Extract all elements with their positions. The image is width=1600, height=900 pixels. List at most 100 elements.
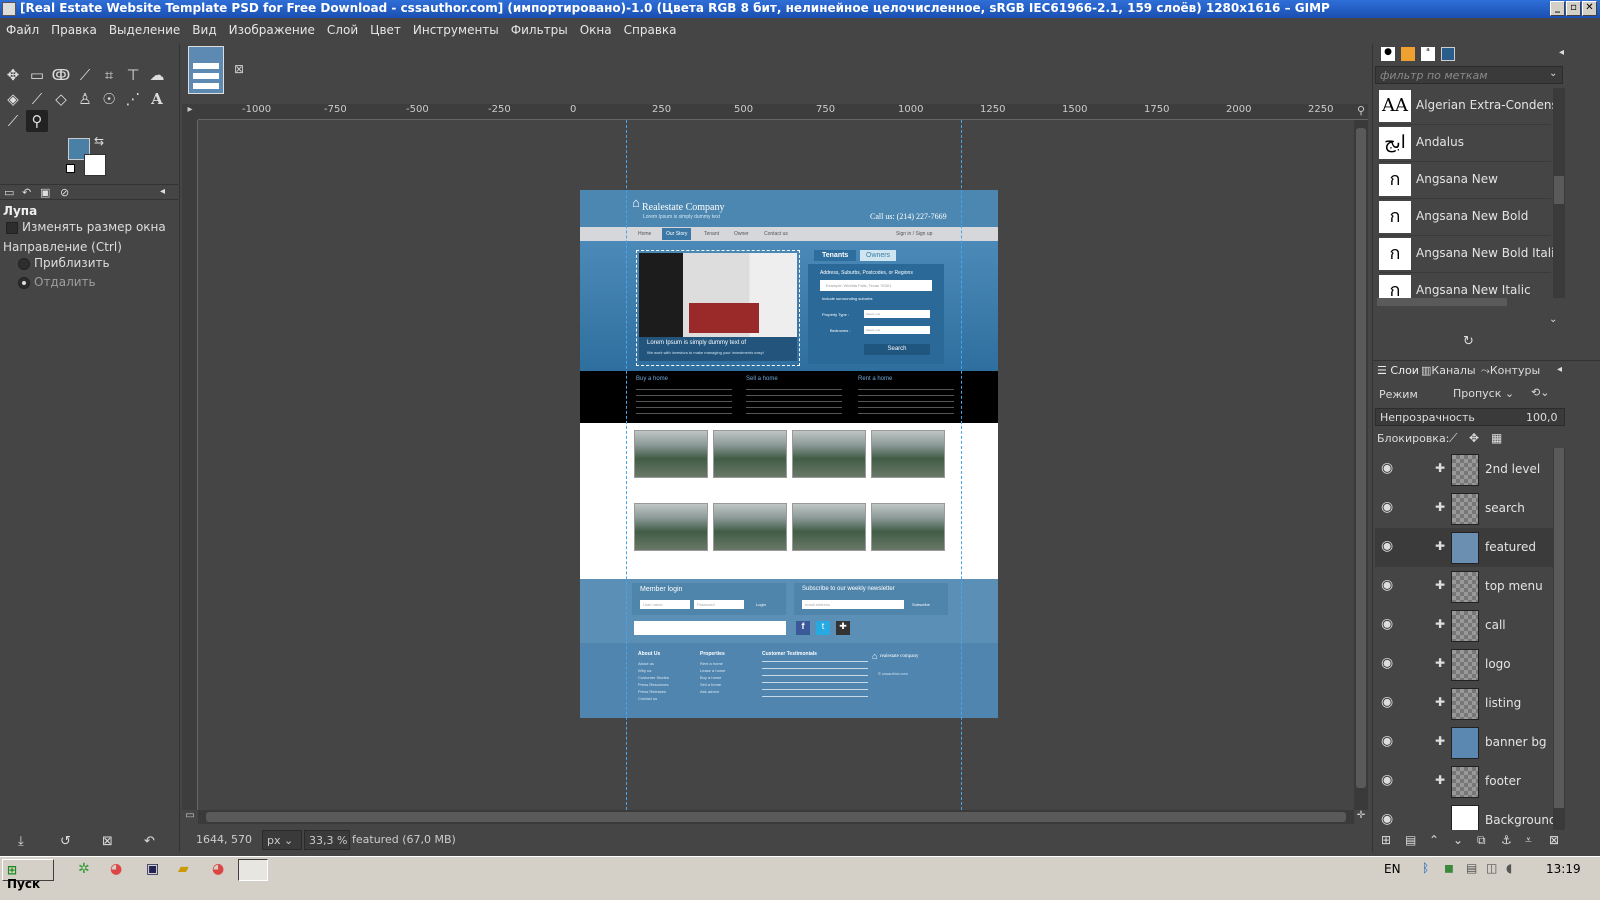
zoom-in-radio[interactable] bbox=[18, 258, 30, 270]
chain-icon[interactable]: ✚ bbox=[1435, 656, 1445, 670]
layer-row[interactable]: ◉ ✚ footer bbox=[1375, 762, 1553, 801]
font-item[interactable]: ก Angsana New Bold bbox=[1379, 199, 1551, 236]
images-tab-icon[interactable]: ▣ bbox=[40, 186, 50, 199]
transform-tool-icon[interactable]: ⊤ bbox=[122, 64, 144, 86]
menu-windows[interactable]: Окна bbox=[574, 18, 618, 44]
menu-image[interactable]: Изображение bbox=[223, 18, 321, 44]
refresh-fonts-icon[interactable]: ↻ bbox=[1463, 334, 1474, 349]
menu-select[interactable]: Выделение bbox=[103, 18, 186, 44]
layer-list-scrollbar[interactable] bbox=[1553, 448, 1565, 830]
layer-row[interactable]: ◉ ✚ 2nd level bbox=[1375, 450, 1553, 489]
vertical-guide[interactable] bbox=[626, 120, 627, 810]
gimp-taskbar-button[interactable] bbox=[238, 859, 268, 881]
layer-row[interactable]: ◉ ✚ listing bbox=[1375, 684, 1553, 723]
mode-select[interactable]: Пропуск ⌄ bbox=[1449, 384, 1527, 404]
volume-icon[interactable]: ◖ bbox=[1506, 861, 1512, 875]
lower-layer-icon[interactable]: ⌄ bbox=[1453, 833, 1463, 847]
new-layer-icon[interactable]: ⊞ bbox=[1381, 833, 1391, 847]
chain-icon[interactable]: ✚ bbox=[1435, 461, 1445, 475]
eye-icon[interactable]: ◉ bbox=[1381, 694, 1393, 710]
layer-row-selected[interactable]: ◉ ✚ featured bbox=[1375, 528, 1553, 567]
reset-tool-options-icon[interactable]: ↶ bbox=[144, 834, 155, 849]
chain-icon[interactable]: ✚ bbox=[1435, 734, 1445, 748]
text-tool-icon[interactable]: A bbox=[146, 88, 168, 110]
zoom-follow-icon[interactable]: ⚲ bbox=[1354, 104, 1368, 120]
vertical-scrollbar[interactable] bbox=[1354, 120, 1368, 810]
eye-icon[interactable]: ◉ bbox=[1381, 538, 1393, 554]
menu-help[interactable]: Справка bbox=[618, 18, 683, 44]
image-canvas[interactable]: ⌂ Realestate Company Lorem Ipsum is simp… bbox=[198, 120, 1352, 810]
font-filter-input[interactable]: фильтр по меткам bbox=[1375, 66, 1563, 84]
duplicate-layer-icon[interactable]: ⧉ bbox=[1477, 833, 1486, 848]
chain-icon[interactable]: ✚ bbox=[1435, 578, 1445, 592]
font-item[interactable]: ابج Andalus bbox=[1379, 125, 1551, 162]
restore-tool-preset-icon[interactable]: ↺ bbox=[60, 834, 71, 849]
settings-gear-icon[interactable]: ✲ bbox=[78, 861, 90, 877]
anchor-layer-icon[interactable]: ⚓ bbox=[1501, 833, 1512, 847]
horizontal-scrollbar[interactable] bbox=[198, 810, 1354, 824]
close-icon[interactable]: ✕ bbox=[1582, 1, 1597, 16]
tab-channels[interactable]: ▥Каналы bbox=[1421, 364, 1476, 377]
menu-edit[interactable]: Правка bbox=[45, 18, 103, 44]
font-list-hscrollbar[interactable] bbox=[1377, 298, 1507, 306]
network-icon[interactable]: ◫ bbox=[1486, 861, 1497, 875]
layer-row[interactable]: ◉ ✚ logo bbox=[1375, 645, 1553, 684]
color-picker-tool-icon[interactable]: ⟋ bbox=[2, 110, 24, 132]
raise-layer-icon[interactable]: ⌃ bbox=[1429, 833, 1439, 847]
maximize-icon[interactable]: ▫ bbox=[1566, 1, 1581, 16]
delete-tool-preset-icon[interactable]: ⊠ bbox=[102, 834, 113, 849]
app-icon[interactable]: ▣ bbox=[146, 861, 159, 877]
brushes-tab-icon[interactable]: ● bbox=[1381, 47, 1395, 61]
merge-layer-icon[interactable]: ⩡ bbox=[1525, 833, 1532, 848]
layer-row[interactable]: ◉ ✚ banner bg bbox=[1375, 723, 1553, 762]
tab-layers[interactable]: ☰ Слои bbox=[1377, 364, 1419, 377]
zoom-tool-icon[interactable]: ⚲ bbox=[26, 110, 48, 132]
font-item[interactable]: ก Angsana New Italic bbox=[1379, 273, 1551, 298]
delete-layer-icon[interactable]: ⊠ bbox=[1549, 833, 1559, 847]
quick-mask-toggle-icon[interactable]: ▸ bbox=[182, 104, 198, 120]
font-list-scrollbar[interactable] bbox=[1553, 88, 1565, 298]
background-color-swatch[interactable] bbox=[84, 154, 106, 176]
swap-colors-icon[interactable]: ⇆ bbox=[94, 134, 104, 148]
menu-colors[interactable]: Цвет bbox=[364, 18, 407, 44]
lock-alpha-icon[interactable]: ▦ bbox=[1491, 431, 1502, 445]
layer-row[interactable]: ◉ ✚ top menu bbox=[1375, 567, 1553, 606]
chevron-down-icon[interactable]: ⌄ bbox=[1549, 68, 1557, 79]
folder-icon[interactable]: ▰ bbox=[178, 861, 189, 877]
unit-select[interactable]: px ⌄ bbox=[262, 830, 302, 850]
eraser-tool-icon[interactable]: ◇ bbox=[50, 88, 72, 110]
language-indicator[interactable]: EN bbox=[1384, 862, 1401, 876]
eye-icon[interactable]: ◉ bbox=[1381, 655, 1393, 671]
zoom-select[interactable]: 33,3 % bbox=[304, 830, 350, 850]
warp-tool-icon[interactable]: ☁ bbox=[146, 64, 168, 86]
menu-file[interactable]: Файл bbox=[0, 18, 45, 44]
font-item[interactable]: AA Algerian Extra-Condensed bbox=[1379, 88, 1553, 125]
tab-paths[interactable]: ⤳Контуры bbox=[1481, 364, 1540, 378]
chain-icon[interactable]: ✚ bbox=[1435, 617, 1445, 631]
eye-icon[interactable]: ◉ bbox=[1381, 616, 1393, 632]
bucket-fill-tool-icon[interactable]: ◈ bbox=[2, 88, 24, 110]
new-layer-group-icon[interactable]: ▤ bbox=[1405, 833, 1416, 847]
vertical-guide[interactable] bbox=[961, 120, 962, 810]
tray-icon[interactable]: ▤ bbox=[1466, 861, 1477, 875]
menu-view[interactable]: Вид bbox=[186, 18, 222, 44]
paths-tool-icon[interactable]: ⋰ bbox=[122, 88, 144, 110]
fuzzy-select-tool-icon[interactable]: ⟋ bbox=[74, 64, 96, 86]
paintbrush-tool-icon[interactable]: ⟋ bbox=[26, 88, 48, 110]
fonts-tab-icon[interactable]: ᵃ bbox=[1421, 47, 1435, 61]
navigate-icon[interactable]: ✛ bbox=[1354, 810, 1368, 824]
save-tool-preset-icon[interactable]: ⤓ bbox=[18, 834, 24, 849]
tool-options-tab-icon[interactable]: ▭ bbox=[4, 186, 14, 199]
eye-icon[interactable]: ◉ bbox=[1381, 811, 1393, 827]
font-item[interactable]: ก Angsana New Bold Italic bbox=[1379, 236, 1553, 273]
image-tab-thumbnail[interactable] bbox=[188, 46, 224, 94]
chain-icon[interactable]: ✚ bbox=[1435, 773, 1445, 787]
device-status-tab-icon[interactable]: ⊘ bbox=[60, 186, 69, 199]
panel-menu-icon[interactable]: ◂ bbox=[1557, 364, 1562, 375]
patterns-tab-icon[interactable] bbox=[1401, 47, 1415, 61]
eye-icon[interactable]: ◉ bbox=[1381, 499, 1393, 515]
panel-menu-icon[interactable]: ◂ bbox=[1559, 47, 1564, 58]
eye-icon[interactable]: ◉ bbox=[1381, 577, 1393, 593]
document-history-tab-icon[interactable] bbox=[1441, 47, 1455, 61]
menu-filters[interactable]: Фильтры bbox=[505, 18, 574, 44]
